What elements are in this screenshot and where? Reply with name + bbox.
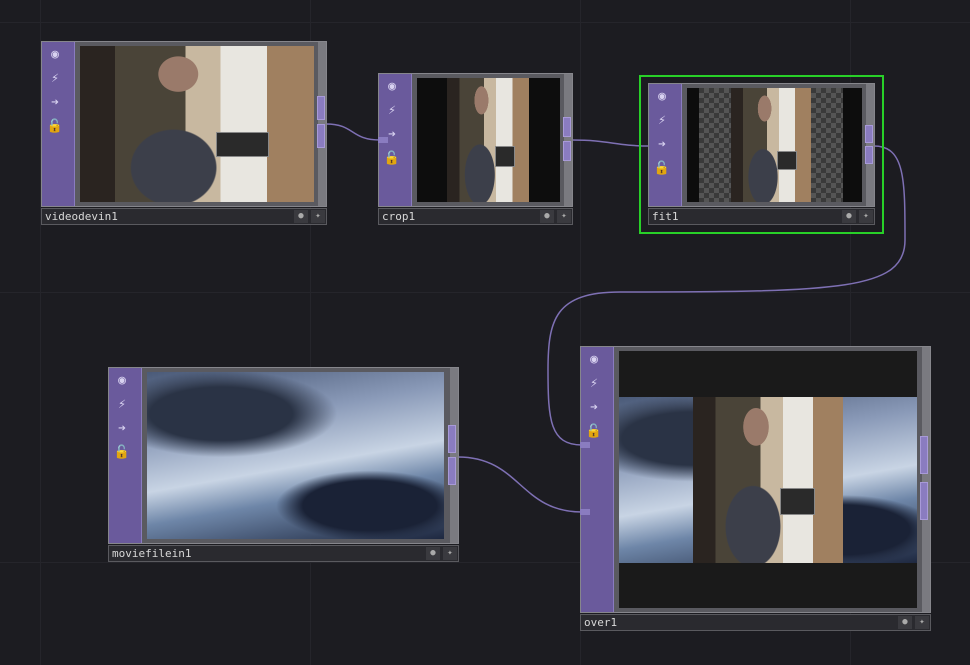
eye-icon[interactable]: ◉ <box>45 44 65 64</box>
lock-icon[interactable]: 🔓 <box>652 158 672 178</box>
lock-icon[interactable]: 🔓 <box>45 116 65 136</box>
dot-icon[interactable]: ● <box>898 616 912 629</box>
lock-icon[interactable]: 🔓 <box>584 421 604 441</box>
wire-moviefilein1-over1 <box>457 456 583 513</box>
node-videodevin1[interactable]: ◉ ⚡ ➔ 🔓 videodevin1 ● ✦ <box>41 41 327 225</box>
node-viewer <box>417 78 560 202</box>
plus-icon[interactable]: ✦ <box>915 616 929 629</box>
eye-icon[interactable]: ◉ <box>584 349 604 369</box>
node-crop1[interactable]: ◉ ⚡ ➔ 🔓 crop1 ● ✦ <box>378 73 573 225</box>
output-connector[interactable] <box>865 125 873 143</box>
arrow-right-icon[interactable]: ➔ <box>652 134 672 154</box>
node-viewer <box>687 88 862 202</box>
dot-icon[interactable]: ● <box>294 210 308 223</box>
node-name[interactable]: fit1 <box>652 210 679 223</box>
node-viewer <box>147 372 444 539</box>
output-connector[interactable] <box>920 436 928 474</box>
arrow-right-icon[interactable]: ➔ <box>45 92 65 112</box>
eye-icon[interactable]: ◉ <box>112 370 132 390</box>
arrow-right-icon[interactable]: ➔ <box>112 418 132 438</box>
dot-icon[interactable]: ● <box>540 210 554 223</box>
input-connector[interactable] <box>580 509 590 515</box>
output-connector[interactable] <box>448 457 456 485</box>
output-connector[interactable] <box>865 146 873 164</box>
node-viewer <box>80 46 314 202</box>
plus-icon[interactable]: ✦ <box>557 210 571 223</box>
dot-icon[interactable]: ● <box>426 547 440 560</box>
bypass-icon[interactable]: ⚡ <box>584 373 604 393</box>
input-connector[interactable] <box>580 442 590 448</box>
node-over1[interactable]: ◉ ⚡ ➔ 🔓 over1 ● ✦ <box>580 346 931 631</box>
node-name[interactable]: crop1 <box>382 210 415 223</box>
bypass-icon[interactable]: ⚡ <box>45 68 65 88</box>
node-name[interactable]: over1 <box>584 616 617 629</box>
lock-icon[interactable]: 🔓 <box>382 148 402 168</box>
eye-icon[interactable]: ◉ <box>382 76 402 96</box>
lock-icon[interactable]: 🔓 <box>112 442 132 462</box>
node-name[interactable]: moviefilein1 <box>112 547 191 560</box>
node-name[interactable]: videodevin1 <box>45 210 118 223</box>
bypass-icon[interactable]: ⚡ <box>382 100 402 120</box>
node-fit1[interactable]: ◉ ⚡ ➔ 🔓 fit1 ● ✦ <box>648 83 875 225</box>
dot-icon[interactable]: ● <box>842 210 856 223</box>
input-connector[interactable] <box>378 137 388 143</box>
plus-icon[interactable]: ✦ <box>311 210 325 223</box>
output-connector[interactable] <box>317 124 325 148</box>
output-connector[interactable] <box>317 96 325 120</box>
output-connector[interactable] <box>563 117 571 137</box>
arrow-right-icon[interactable]: ➔ <box>584 397 604 417</box>
plus-icon[interactable]: ✦ <box>859 210 873 223</box>
plus-icon[interactable]: ✦ <box>443 547 457 560</box>
eye-icon[interactable]: ◉ <box>652 86 672 106</box>
bypass-icon[interactable]: ⚡ <box>112 394 132 414</box>
output-connector[interactable] <box>563 141 571 161</box>
output-connector[interactable] <box>448 425 456 453</box>
wire-videodevin1-crop1 <box>325 123 381 141</box>
node-viewer <box>619 351 917 608</box>
output-connector[interactable] <box>920 482 928 520</box>
bypass-icon[interactable]: ⚡ <box>652 110 672 130</box>
node-moviefilein1[interactable]: ◉ ⚡ ➔ 🔓 moviefilein1 ● ✦ <box>108 367 459 562</box>
